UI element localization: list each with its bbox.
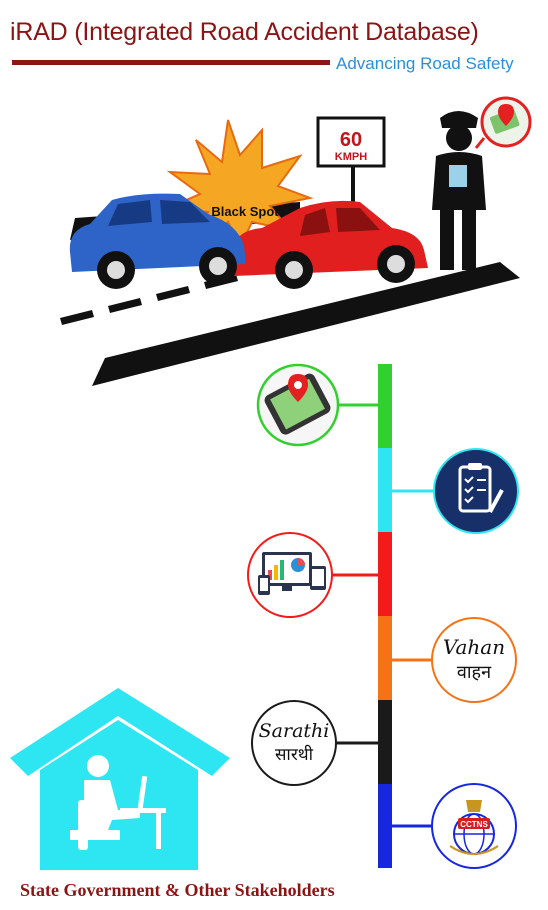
house-stakeholders-icon	[10, 688, 230, 870]
timeline-segment	[378, 784, 392, 868]
black-spot-label: Black Spot	[211, 204, 279, 219]
sarathi-logo-hindi: सारथी	[275, 744, 314, 764]
timeline-segment	[378, 700, 392, 784]
analytics-devices-icon	[247, 532, 333, 618]
sarathi-logo-text: Sarathi	[259, 720, 330, 742]
timeline-segment	[378, 364, 392, 448]
speed-sign-value: 60	[340, 129, 362, 151]
page-title: iRAD (Integrated Road Accident Database)	[10, 18, 479, 46]
sarathi-logo: Sarathi सारथी	[251, 700, 337, 786]
page-subtitle: Advancing Road Safety	[336, 54, 514, 73]
title-underline	[12, 60, 330, 65]
map-pin-badge-icon	[474, 96, 532, 149]
cctns-logo-text: CCTNS	[460, 820, 488, 829]
timeline-segments	[378, 364, 392, 868]
timeline-segment	[378, 616, 392, 700]
vahan-logo-hindi: वाहन	[457, 662, 492, 682]
accident-scene: 60 KMPH Black Spot	[60, 96, 532, 386]
footer-label: State Government & Other Stakeholders	[20, 880, 335, 900]
cctns-logo: CCTNS	[431, 783, 517, 869]
police-officer-icon	[432, 111, 486, 270]
map-phone-icon	[256, 363, 340, 447]
timeline-segment	[378, 532, 392, 616]
checklist-icon	[433, 448, 519, 534]
vahan-logo-text: Vahan	[443, 635, 505, 659]
timeline-segment	[378, 448, 392, 532]
vahan-logo: Vahan वाहन	[431, 617, 517, 703]
speed-sign-unit: KMPH	[335, 151, 367, 163]
